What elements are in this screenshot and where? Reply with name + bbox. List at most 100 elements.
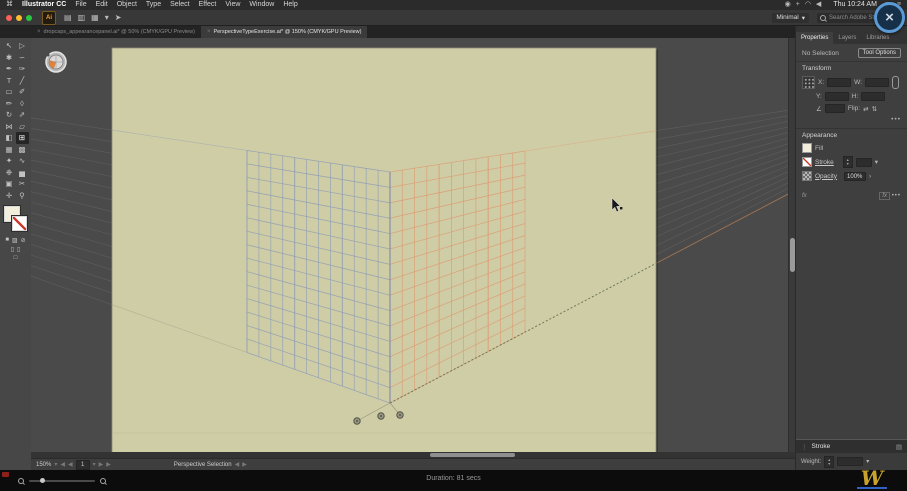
line-segment-tool[interactable]: ╱ — [16, 75, 29, 87]
stroke-panel-flyout-icon[interactable]: ▤ — [896, 443, 902, 451]
horizontal-scrollbar[interactable] — [31, 452, 795, 458]
menu-item-file[interactable]: File — [75, 0, 86, 10]
layout-chevron-icon[interactable]: ▾ — [105, 13, 109, 22]
tab-close-icon[interactable]: × — [207, 26, 211, 38]
w-field[interactable] — [865, 78, 889, 87]
slice-tool[interactable]: ✂ — [16, 178, 29, 190]
scale-tool[interactable]: ⇗ — [16, 109, 29, 121]
x-field[interactable] — [827, 78, 851, 87]
document-layout-icon[interactable]: ▥ — [78, 13, 86, 22]
appearance-more-options-icon[interactable]: ••• — [892, 193, 901, 199]
opacity-label[interactable]: Opacity — [815, 173, 837, 180]
perspective-grid-tool[interactable]: ⊞ — [16, 132, 29, 144]
tab-close-icon[interactable]: × — [37, 26, 41, 38]
draw-normal-button[interactable]: ▯ — [11, 246, 14, 253]
canvas[interactable] — [31, 38, 795, 452]
pen-tool[interactable]: ✒ — [3, 63, 16, 75]
selection-tool[interactable]: ↖ — [3, 40, 16, 52]
status-next-icon[interactable]: ▶ — [242, 461, 247, 468]
panel-tab-layers[interactable]: Layers — [833, 32, 861, 44]
menu-item-type[interactable]: Type — [146, 0, 161, 10]
apple-menu-icon[interactable]: ⌘ — [6, 0, 13, 10]
horizontal-scrollbar-thumb[interactable] — [430, 453, 515, 457]
flip-vertical-icon[interactable]: ⇅ — [872, 105, 877, 113]
stroke-color-swatch[interactable] — [802, 157, 812, 167]
opacity-field[interactable]: 100% — [844, 172, 866, 181]
color-button[interactable]: ■ — [5, 237, 9, 244]
stroke-weight-field[interactable] — [856, 158, 872, 167]
screen-mode-button[interactable]: □ — [14, 255, 18, 261]
y-field[interactable] — [825, 92, 849, 101]
free-transform-tool[interactable]: ▱ — [16, 121, 29, 133]
perspective-grid-canvas[interactable] — [31, 38, 795, 452]
angle-field[interactable] — [825, 104, 845, 113]
artboard-number[interactable]: 1 — [76, 460, 90, 470]
player-zoom-slider[interactable] — [29, 480, 95, 482]
mesh-tool[interactable]: ▦ — [3, 144, 16, 156]
artboard-tool[interactable]: ▣ — [3, 178, 16, 190]
status-prev-icon[interactable]: ◀ — [235, 461, 240, 468]
menu-item-window[interactable]: Window — [249, 0, 274, 10]
weight-chevron-icon[interactable]: ▾ — [866, 458, 869, 465]
artboard-chevron-icon[interactable]: ▾ — [93, 461, 96, 468]
reference-point-selector[interactable] — [802, 76, 815, 89]
stroke-weight-stepper[interactable]: ▴▾ — [843, 156, 853, 168]
fill-color-swatch[interactable] — [802, 143, 812, 153]
flip-horizontal-icon[interactable]: ⇄ — [863, 105, 868, 113]
window-zoom-button[interactable] — [26, 15, 32, 21]
menu-item-help[interactable]: Help — [283, 0, 297, 10]
menubar-clock[interactable]: Thu 10:24 AM — [833, 0, 877, 10]
player-zoom-knob[interactable] — [40, 478, 45, 483]
opacity-chevron-icon[interactable]: › — [869, 173, 871, 180]
blend-tool[interactable]: ∿ — [16, 155, 29, 167]
width-tool[interactable]: ⋈ — [3, 121, 16, 133]
wifi-icon[interactable]: ◠ — [805, 1, 811, 8]
effects-icon[interactable]: fx — [802, 193, 807, 199]
zoom-chevron-icon[interactable]: ▾ — [54, 461, 57, 468]
draw-behind-button[interactable]: ▯ — [17, 246, 20, 253]
menu-item-view[interactable]: View — [225, 0, 240, 10]
lasso-tool[interactable]: ∽ — [16, 52, 29, 64]
panel-tab-libraries[interactable]: Libraries — [861, 32, 894, 44]
paintbrush-tool[interactable]: ✐ — [16, 86, 29, 98]
prev-artboard-icon[interactable]: ◀ — [68, 461, 73, 468]
menu-item-object[interactable]: Object — [117, 0, 137, 10]
gradient-button[interactable]: ▨ — [12, 237, 18, 244]
zoom-tool[interactable]: ⚲ — [16, 190, 29, 202]
plus-icon[interactable]: + — [796, 1, 800, 8]
last-artboard-icon[interactable]: ▶ — [106, 461, 111, 468]
menu-item-effect[interactable]: Effect — [199, 0, 217, 10]
none-button[interactable]: ⊘ — [21, 237, 26, 244]
document-tab-1[interactable]: ×dropcaps_appearancepanel.ai* @ 50% (CMY… — [31, 26, 201, 38]
h-field[interactable] — [861, 92, 885, 101]
eyedropper-tool[interactable]: ✦ — [3, 155, 16, 167]
direct-selection-tool[interactable]: ▷ — [16, 40, 29, 52]
menu-item-edit[interactable]: Edit — [96, 0, 108, 10]
shape-builder-tool[interactable]: ◧ — [3, 132, 16, 144]
weight-stepper[interactable]: ▴▾ — [824, 456, 834, 468]
link-dimensions-icon[interactable] — [892, 76, 899, 89]
rotate-tool[interactable]: ↻ — [3, 109, 16, 121]
share-icon[interactable]: ➤ — [115, 13, 122, 22]
display-icon[interactable]: ◉ — [785, 1, 791, 8]
document-tab-2[interactable]: ×PerspectiveTypeExercise.ai* @ 150% (CMY… — [201, 26, 368, 38]
eraser-tool[interactable]: ◊ — [16, 98, 29, 110]
window-close-button[interactable] — [6, 15, 12, 21]
arrange-documents-icon[interactable]: ▤ — [64, 13, 72, 22]
column-graph-tool[interactable]: ▅ — [16, 167, 29, 179]
layout-options-icon[interactable]: ▦ — [91, 13, 99, 22]
pencil-tool[interactable]: ✏ — [3, 98, 16, 110]
panel-tab-properties[interactable]: Properties — [796, 32, 833, 44]
app-menu-title[interactable]: Illustrator CC — [22, 0, 66, 10]
graphic-styles-icon[interactable]: fx — [879, 192, 890, 200]
hand-tool[interactable]: ✛ — [3, 190, 16, 202]
stroke-weight-chevron-icon[interactable]: ▾ — [875, 158, 878, 166]
first-artboard-icon[interactable]: ◀ — [60, 461, 65, 468]
tool-options-button[interactable]: Tool Options — [858, 48, 901, 58]
rectangle-tool[interactable]: ▭ — [3, 86, 16, 98]
type-tool[interactable]: T — [3, 75, 16, 87]
plane-switcher-handle[interactable] — [47, 54, 50, 57]
stroke-label[interactable]: Stroke — [815, 159, 834, 166]
menu-item-select[interactable]: Select — [170, 0, 189, 10]
weight-field[interactable] — [837, 457, 863, 466]
